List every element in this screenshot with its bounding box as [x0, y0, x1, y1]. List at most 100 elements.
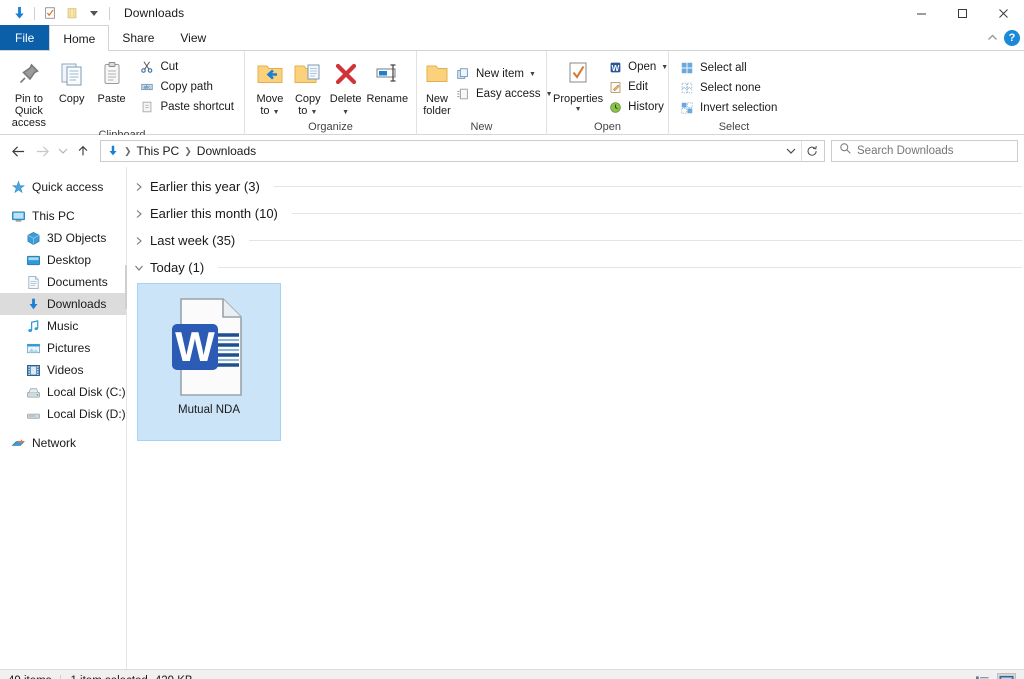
qat-new-folder-icon[interactable]	[61, 3, 83, 23]
ribbon-group-open: Properties ▼ W Open ▼ Edit History Open	[547, 51, 669, 135]
collapse-ribbon-chevron-icon[interactable]	[987, 29, 998, 47]
move-to-button[interactable]: Move to ▼	[251, 54, 289, 117]
chevron-down-icon[interactable]	[133, 264, 145, 272]
sidebar-label-music: Music	[47, 319, 79, 333]
sidebar-item-documents[interactable]: Documents	[0, 271, 126, 293]
refresh-icon[interactable]	[802, 145, 822, 158]
sidebar-item-downloads[interactable]: Downloads	[0, 293, 126, 315]
history-button[interactable]: History	[603, 97, 672, 117]
properties-button[interactable]: Properties ▼	[553, 54, 603, 116]
minimize-button[interactable]	[901, 0, 942, 26]
delete-caret-icon[interactable]: ▼	[342, 109, 349, 116]
group-header-today[interactable]: Today (1)	[127, 254, 1024, 281]
copy-to-button[interactable]: Copy to ▼	[289, 54, 327, 117]
delete-button[interactable]: Delete ▼	[327, 54, 365, 117]
details-view-button[interactable]	[973, 673, 992, 679]
tab-file[interactable]: File	[0, 25, 50, 50]
nav-gap-1	[0, 198, 126, 205]
new-small-buttons: New item ▼ Easy access ▼	[451, 54, 557, 104]
new-folder-line1: New	[425, 93, 448, 105]
paste-shortcut-button[interactable]: Paste shortcut	[135, 97, 238, 117]
open-button[interactable]: W Open ▼	[603, 57, 672, 77]
back-button[interactable]	[6, 139, 30, 163]
cut-label: Cut	[160, 61, 179, 73]
forward-button[interactable]	[30, 139, 54, 163]
new-item-caret-icon[interactable]: ▼	[529, 71, 536, 78]
copy-button[interactable]: Copy	[52, 54, 92, 116]
search-input[interactable]: Search Downloads	[857, 145, 954, 157]
properties-caret-icon[interactable]: ▼	[575, 106, 582, 113]
sidebar-label-videos: Videos	[47, 363, 84, 377]
edit-button[interactable]: Edit	[603, 77, 672, 97]
copy-to-line2: to	[298, 105, 308, 117]
ribbon-right-controls: ?	[987, 29, 1020, 47]
copy-label: Copy	[58, 93, 85, 105]
up-button[interactable]	[71, 139, 95, 163]
sidebar-label-downloads: Downloads	[47, 297, 107, 311]
status-bar: 49 items 1 item selected 429 KB	[0, 669, 1024, 679]
copy-icon	[58, 58, 86, 90]
tab-home[interactable]: Home	[49, 25, 110, 51]
breadcrumb-dropdown-icon[interactable]	[781, 147, 801, 155]
monitor-icon	[10, 208, 26, 224]
chevron-right-icon-2[interactable]	[133, 209, 145, 219]
select-none-label: Select none	[700, 82, 761, 94]
copy-to-caret-icon[interactable]: ▼	[310, 109, 317, 116]
chevron-right-icon[interactable]	[133, 182, 145, 192]
sidebar-label-local-disk-d: Local Disk (D:)	[47, 407, 126, 421]
recent-locations-button[interactable]	[54, 139, 71, 163]
invert-selection-button[interactable]: Invert selection	[675, 98, 781, 118]
quick-access-toolbar	[0, 3, 114, 23]
svg-text:W: W	[611, 63, 619, 72]
sidebar-item-pictures[interactable]: Pictures	[0, 337, 126, 359]
search-box[interactable]: Search Downloads	[831, 140, 1018, 162]
breadcrumb-bar[interactable]: ❯ This PC ❯ Downloads	[100, 140, 825, 162]
delete-icon	[333, 58, 359, 90]
rename-button[interactable]: Rename	[365, 54, 410, 116]
group-header-earlier-this-year[interactable]: Earlier this year (3)	[127, 173, 1024, 200]
select-all-button[interactable]: Select all	[675, 58, 781, 78]
sidebar-item-3d-objects[interactable]: 3D Objects	[0, 227, 126, 249]
new-item-label: New item	[476, 68, 524, 80]
tab-share[interactable]: Share	[109, 25, 167, 50]
new-folder-button[interactable]: New folder	[423, 54, 451, 117]
qat-properties-icon[interactable]	[39, 3, 61, 23]
sidebar-item-network[interactable]: Network	[0, 432, 126, 454]
sidebar-label-this-pc: This PC	[32, 209, 75, 223]
select-none-button[interactable]: Select none	[675, 78, 781, 98]
window-title: Downloads	[124, 6, 185, 20]
move-to-caret-icon[interactable]: ▼	[273, 109, 280, 116]
qat-customize-chevron-icon[interactable]	[83, 3, 105, 23]
group-header-earlier-this-month[interactable]: Earlier this month (10)	[127, 200, 1024, 227]
breadcrumb-separator-1: ❯	[124, 145, 132, 156]
sidebar-item-videos[interactable]: Videos	[0, 359, 126, 381]
cut-button[interactable]: Cut	[135, 57, 238, 77]
group-title-today: Today (1)	[150, 260, 205, 275]
sidebar-item-local-disk-d[interactable]: Local Disk (D:)	[0, 403, 126, 425]
close-button[interactable]	[983, 0, 1024, 26]
pin-to-quick-access-button[interactable]: Pin to Quick access	[6, 54, 52, 129]
breadcrumb-this-pc[interactable]: This PC	[133, 144, 184, 158]
qat-downloads-icon[interactable]	[8, 3, 30, 23]
sidebar-item-desktop[interactable]: Desktop	[0, 249, 126, 271]
chevron-right-icon-3[interactable]	[133, 236, 145, 246]
music-icon	[25, 318, 41, 334]
sidebar-item-local-disk-c[interactable]: Local Disk (C:)	[0, 381, 126, 403]
tab-view[interactable]: View	[167, 25, 219, 50]
sidebar-item-this-pc[interactable]: This PC	[0, 205, 126, 227]
nav-gap-2	[0, 425, 126, 432]
group-header-last-week[interactable]: Last week (35)	[127, 227, 1024, 254]
breadcrumb-downloads[interactable]: Downloads	[193, 144, 260, 158]
paste-button[interactable]: Paste	[92, 54, 132, 116]
open-caret-icon[interactable]: ▼	[661, 64, 668, 71]
help-button[interactable]: ?	[1004, 30, 1020, 46]
sidebar-item-music[interactable]: Music	[0, 315, 126, 337]
maximize-button[interactable]	[942, 0, 983, 26]
sidebar-item-quick-access[interactable]: Quick access	[0, 176, 126, 198]
new-item-button[interactable]: New item ▼	[451, 64, 557, 84]
easy-access-button[interactable]: Easy access ▼	[451, 84, 557, 104]
main-area: Quick access This PC 3D Objects Desktop …	[0, 167, 1024, 669]
copy-path-button[interactable]: abc Copy path	[135, 77, 238, 97]
file-item-mutual-nda[interactable]: W Mutual NDA	[137, 283, 281, 441]
large-icons-view-button[interactable]	[997, 672, 1016, 679]
